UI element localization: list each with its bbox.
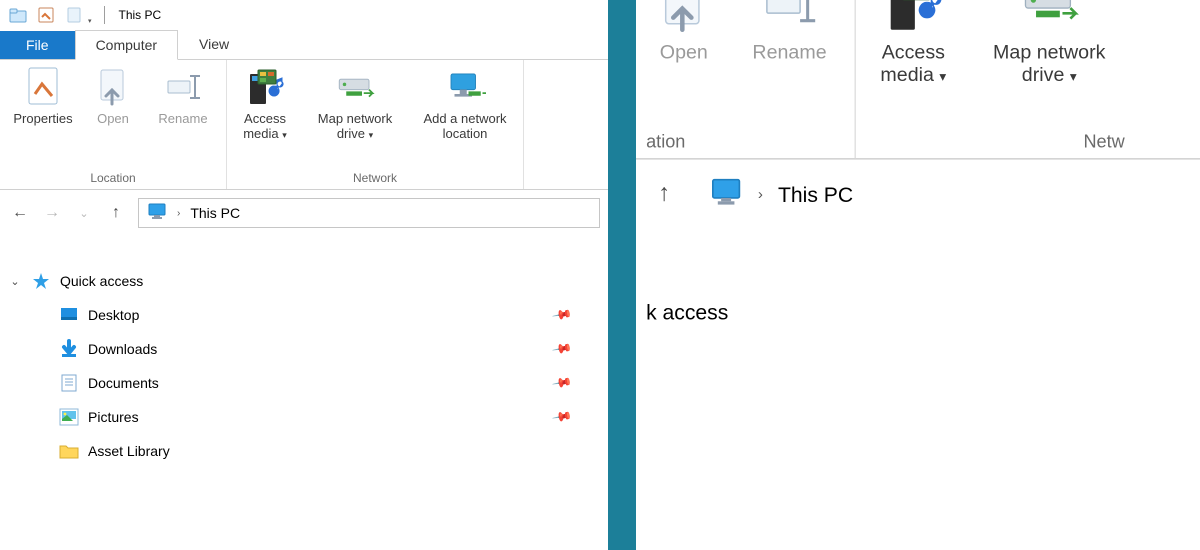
properties-icon [22, 66, 64, 108]
quick-access-toolbar: ▾ This PC [0, 0, 610, 30]
tree-label: Downloads [88, 341, 157, 357]
pictures-icon [58, 406, 80, 428]
group-label-location: Location [90, 171, 135, 187]
open-icon [652, 0, 715, 36]
open-button[interactable]: Open [88, 66, 138, 171]
breadcrumb-box[interactable]: › This PC [697, 172, 1200, 217]
explorer-window-right-zoom: Computer View Open Rename [634, 0, 1200, 550]
ribbon: Open Rename ation [634, 0, 1200, 160]
access-media-button[interactable]: Access media ▾ [868, 0, 959, 131]
map-drive-icon [334, 66, 376, 108]
add-network-location-button[interactable]: Add a network location [415, 66, 515, 171]
pin-icon: 📌 [551, 304, 573, 326]
ribbon-group-network: Access media ▾ Map network drive ▾ Netw [856, 0, 1137, 158]
group-label-location: ation [646, 131, 685, 155]
map-network-drive-button[interactable]: Map network drive ▾ [305, 66, 405, 171]
rename-icon [758, 0, 821, 36]
pin-icon: 📌 [551, 372, 573, 394]
qat-dropdown-icon[interactable]: ▾ [88, 17, 92, 25]
breadcrumb-this-pc-icon [710, 174, 743, 215]
nav-up-icon[interactable]: ↑ [106, 204, 126, 222]
tree-item-desktop[interactable]: Desktop 📌 [8, 298, 600, 332]
tree-label: Asset Library [88, 443, 170, 459]
access-media-button[interactable]: Access media ▾ [235, 66, 295, 171]
group-label-network: Netw [1083, 131, 1124, 155]
ribbon-group-location: Properties Open Rename [0, 60, 227, 189]
tree-item-asset-library[interactable]: Asset Library [8, 434, 600, 468]
properties-button[interactable]: Properties [8, 66, 78, 171]
open-button[interactable]: Open [646, 0, 722, 131]
tree-quick-access[interactable]: ⌄ Quick access [8, 264, 600, 298]
nav-tree: ⌄ Quick access Desktop 📌 Downloads 📌 [0, 236, 610, 478]
breadcrumb-chevron-icon[interactable]: › [758, 186, 763, 203]
tree-label: Pictures [88, 409, 139, 425]
tree-label-fragment: k access [646, 300, 728, 324]
address-bar: ← → ⌄ ↑ › This PC [0, 190, 610, 236]
tree-item-downloads[interactable]: Downloads 📌 [8, 332, 600, 366]
documents-icon [58, 372, 80, 394]
ribbon-group-network: Access media ▾ Map network drive ▾ Add a… [227, 60, 524, 189]
breadcrumb-this-pc[interactable]: This PC [778, 182, 853, 206]
nav-back-icon[interactable]: ← [10, 204, 30, 222]
ribbon: Properties Open Rename [0, 60, 610, 190]
tab-view[interactable]: View [178, 29, 250, 59]
tree-item-documents[interactable]: Documents 📌 [8, 366, 600, 400]
folder-icon [58, 440, 80, 462]
nav-recent-dropdown-icon[interactable]: ⌄ [74, 207, 94, 220]
nav-tree: k access [634, 229, 1200, 353]
tree-quick-access[interactable]: k access [646, 286, 1200, 337]
explorer-window-left: ▾ This PC File Computer View Properties [0, 0, 610, 550]
tab-computer[interactable]: Computer [75, 30, 178, 60]
tree-label: Documents [88, 375, 159, 391]
nav-forward-icon[interactable]: → [42, 204, 62, 222]
group-label-network: Network [353, 171, 397, 187]
nav-up-icon[interactable]: ↑ [649, 181, 679, 208]
qat-properties-icon[interactable] [34, 3, 58, 27]
tree-label: Desktop [88, 307, 139, 323]
access-media-icon [244, 66, 286, 108]
map-network-drive-button[interactable]: Map network drive ▾ [974, 0, 1125, 131]
pin-icon: 📌 [551, 406, 573, 428]
desktop-icon [58, 304, 80, 326]
chevron-down-icon[interactable]: ⌄ [8, 275, 22, 288]
downloads-icon [58, 338, 80, 360]
tree-label: Quick access [60, 273, 143, 289]
rename-button[interactable]: Rename [737, 0, 843, 131]
breadcrumb-box[interactable]: › This PC [138, 198, 600, 228]
map-drive-icon [1018, 0, 1081, 36]
open-icon [92, 66, 134, 108]
breadcrumb-chevron-icon[interactable]: › [177, 208, 180, 219]
ribbon-tab-row: File Computer View [0, 30, 610, 60]
window-title: This PC [119, 8, 162, 22]
rename-button[interactable]: Rename [148, 66, 218, 171]
star-icon [30, 270, 52, 292]
tab-file[interactable]: File [0, 31, 75, 59]
rename-icon [162, 66, 204, 108]
qat-separator [104, 6, 105, 24]
qat-blank-icon[interactable] [62, 3, 86, 27]
tree-item-pictures[interactable]: Pictures 📌 [8, 400, 600, 434]
add-location-icon [444, 66, 486, 108]
qat-folder-icon[interactable] [6, 3, 30, 27]
breadcrumb-this-pc[interactable]: This PC [190, 205, 240, 221]
breadcrumb-this-pc-icon [147, 201, 167, 226]
address-bar: ↑ › This PC [634, 160, 1200, 229]
access-media-icon [882, 0, 945, 36]
ribbon-group-location: Open Rename ation [634, 0, 856, 158]
image-divider [608, 0, 636, 550]
pin-icon: 📌 [551, 338, 573, 360]
